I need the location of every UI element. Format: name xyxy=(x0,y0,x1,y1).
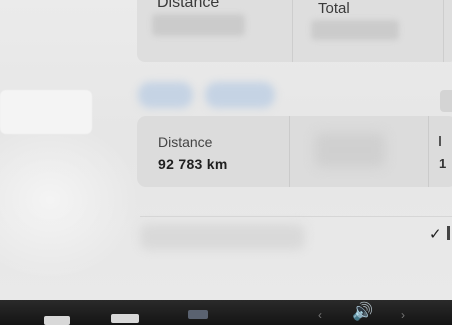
trip-stats-panel: Distance 92 783 km 1 xyxy=(137,116,452,187)
lower-row-blurred xyxy=(140,224,305,250)
blurred-tab-2[interactable] xyxy=(205,82,275,108)
left-card[interactable] xyxy=(0,90,92,134)
divider xyxy=(140,216,452,217)
distance-label: Distance xyxy=(158,134,213,150)
blurred-tab-1[interactable] xyxy=(138,82,193,108)
taskbar-app-icon-3[interactable] xyxy=(188,310,208,319)
top-distance-label: Distance xyxy=(157,0,220,11)
checkmark-icon[interactable]: ✓ xyxy=(429,225,442,243)
right-edge-chip[interactable] xyxy=(440,90,452,112)
screen-glare xyxy=(0,120,140,280)
stat-cell-3-label-partial xyxy=(439,136,441,146)
top-distance-cell: Distance xyxy=(137,0,293,62)
taskbar-app-icon-2[interactable] xyxy=(111,314,139,323)
bottom-taskbar: ‹ 🔊 › xyxy=(0,300,452,325)
taskbar-app-icon-1[interactable] xyxy=(44,316,70,325)
top-total-value-blurred xyxy=(311,20,399,40)
top-distance-value-blurred xyxy=(152,14,245,36)
stat-cell-2 xyxy=(290,116,429,187)
volume-up-chevron-icon[interactable]: › xyxy=(401,308,405,322)
stat-value-blurred xyxy=(315,133,385,167)
stat-cell-3-value-partial: 1 xyxy=(439,156,447,171)
distance-value: 92 783 km xyxy=(158,156,228,172)
volume-down-chevron-icon[interactable]: ‹ xyxy=(318,308,322,322)
top-total-cell: Total xyxy=(293,0,444,62)
vehicle-screen: Distance Total Distance 92 783 km 1 ✓ xyxy=(0,0,452,300)
distance-cell: Distance 92 783 km xyxy=(137,116,290,187)
speaker-volume-icon[interactable]: 🔊 xyxy=(352,302,373,322)
top-total-label: Total xyxy=(318,0,350,17)
top-stats-panel: Distance Total xyxy=(137,0,452,62)
checkbox-label-partial xyxy=(447,226,450,240)
stat-cell-3: 1 xyxy=(429,116,452,187)
